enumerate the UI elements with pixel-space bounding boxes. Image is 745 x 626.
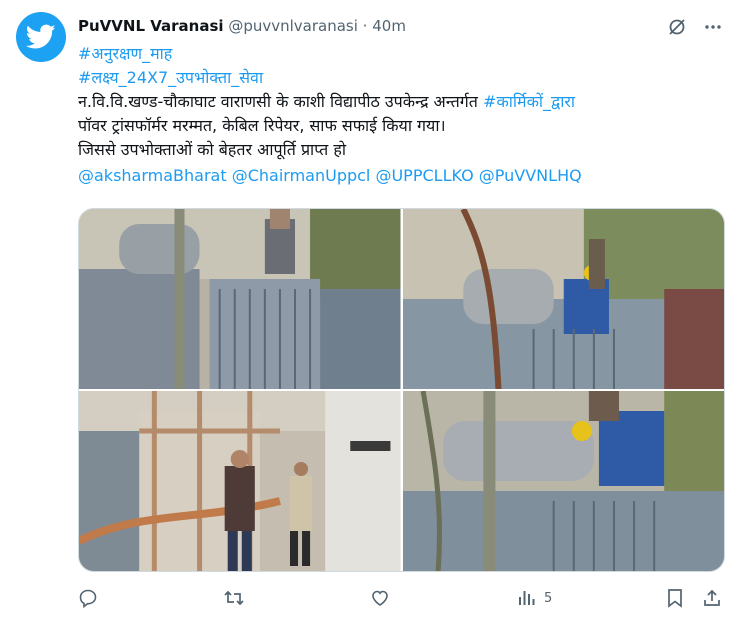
mention-link[interactable]: @ChairmanUppcl <box>232 166 371 185</box>
reply-button[interactable] <box>78 588 98 608</box>
action-bar: 5 <box>78 588 726 612</box>
twitter-bird-icon <box>26 24 56 49</box>
mention-link[interactable]: @aksharmaBharat <box>78 166 227 185</box>
photo-transformer-3[interactable] <box>402 391 724 571</box>
like-icon <box>372 590 388 606</box>
hashtag-link[interactable]: #लक्ष्य_24X7_उपभोक्ता_सेवा <box>78 68 263 87</box>
tweet-text-line: जिससे उपभोक्ताओं को बेहतर आपूर्ति प्राप्… <box>78 140 346 159</box>
views-button[interactable]: 5 <box>516 588 552 608</box>
bookmark-button[interactable] <box>666 588 684 608</box>
mention-link[interactable]: @UPPCLLKO <box>375 166 473 185</box>
tweet-text-line: पॉवर ट्रांसफॉर्मर मरम्मत, केबिल रिपेयर, … <box>78 116 446 135</box>
photo-transformer-1[interactable] <box>79 209 401 389</box>
share-button[interactable] <box>702 588 722 608</box>
hashtag-link[interactable]: #कार्मिकों_द्वारा <box>483 92 575 111</box>
tweet-header: PuVVNL Varanasi @puvvnlvaranasi · 40m <box>78 16 406 36</box>
tweet-text: #अनुरक्षण_माह #लक्ष्य_24X7_उपभोक्ता_सेवा… <box>78 42 718 188</box>
more-icon[interactable] <box>703 17 723 37</box>
mention-link[interactable]: @PuVVNLHQ <box>479 166 582 185</box>
photo-officials[interactable] <box>79 391 401 571</box>
views-count: 5 <box>544 590 553 606</box>
hashtag-link[interactable]: #अनुरक्षण_माह <box>78 44 172 63</box>
header-actions <box>667 17 723 37</box>
photo-transformer-2[interactable] <box>402 209 724 389</box>
reply-icon <box>79 589 97 608</box>
bookmark-icon <box>668 589 682 608</box>
grok-icon[interactable] <box>667 17 687 37</box>
tweet: PuVVNL Varanasi @puvvnlvaranasi · 40m #अ… <box>0 0 745 626</box>
author-handle[interactable]: @puvvnlvaranasi <box>228 17 358 35</box>
author-name[interactable]: PuVVNL Varanasi <box>78 17 224 35</box>
separator: · <box>362 17 368 35</box>
avatar[interactable] <box>16 12 66 62</box>
retweet-button[interactable] <box>223 588 245 608</box>
share-icon <box>704 589 720 606</box>
views-icon <box>519 591 535 605</box>
media-grid <box>78 208 725 572</box>
retweet-icon <box>224 590 244 606</box>
timestamp[interactable]: 40m <box>372 17 406 35</box>
like-button[interactable] <box>370 588 390 608</box>
tweet-text-line: न.वि.वि.खण्ड-चौकाघाट वाराणसी के काशी विद… <box>78 92 484 111</box>
